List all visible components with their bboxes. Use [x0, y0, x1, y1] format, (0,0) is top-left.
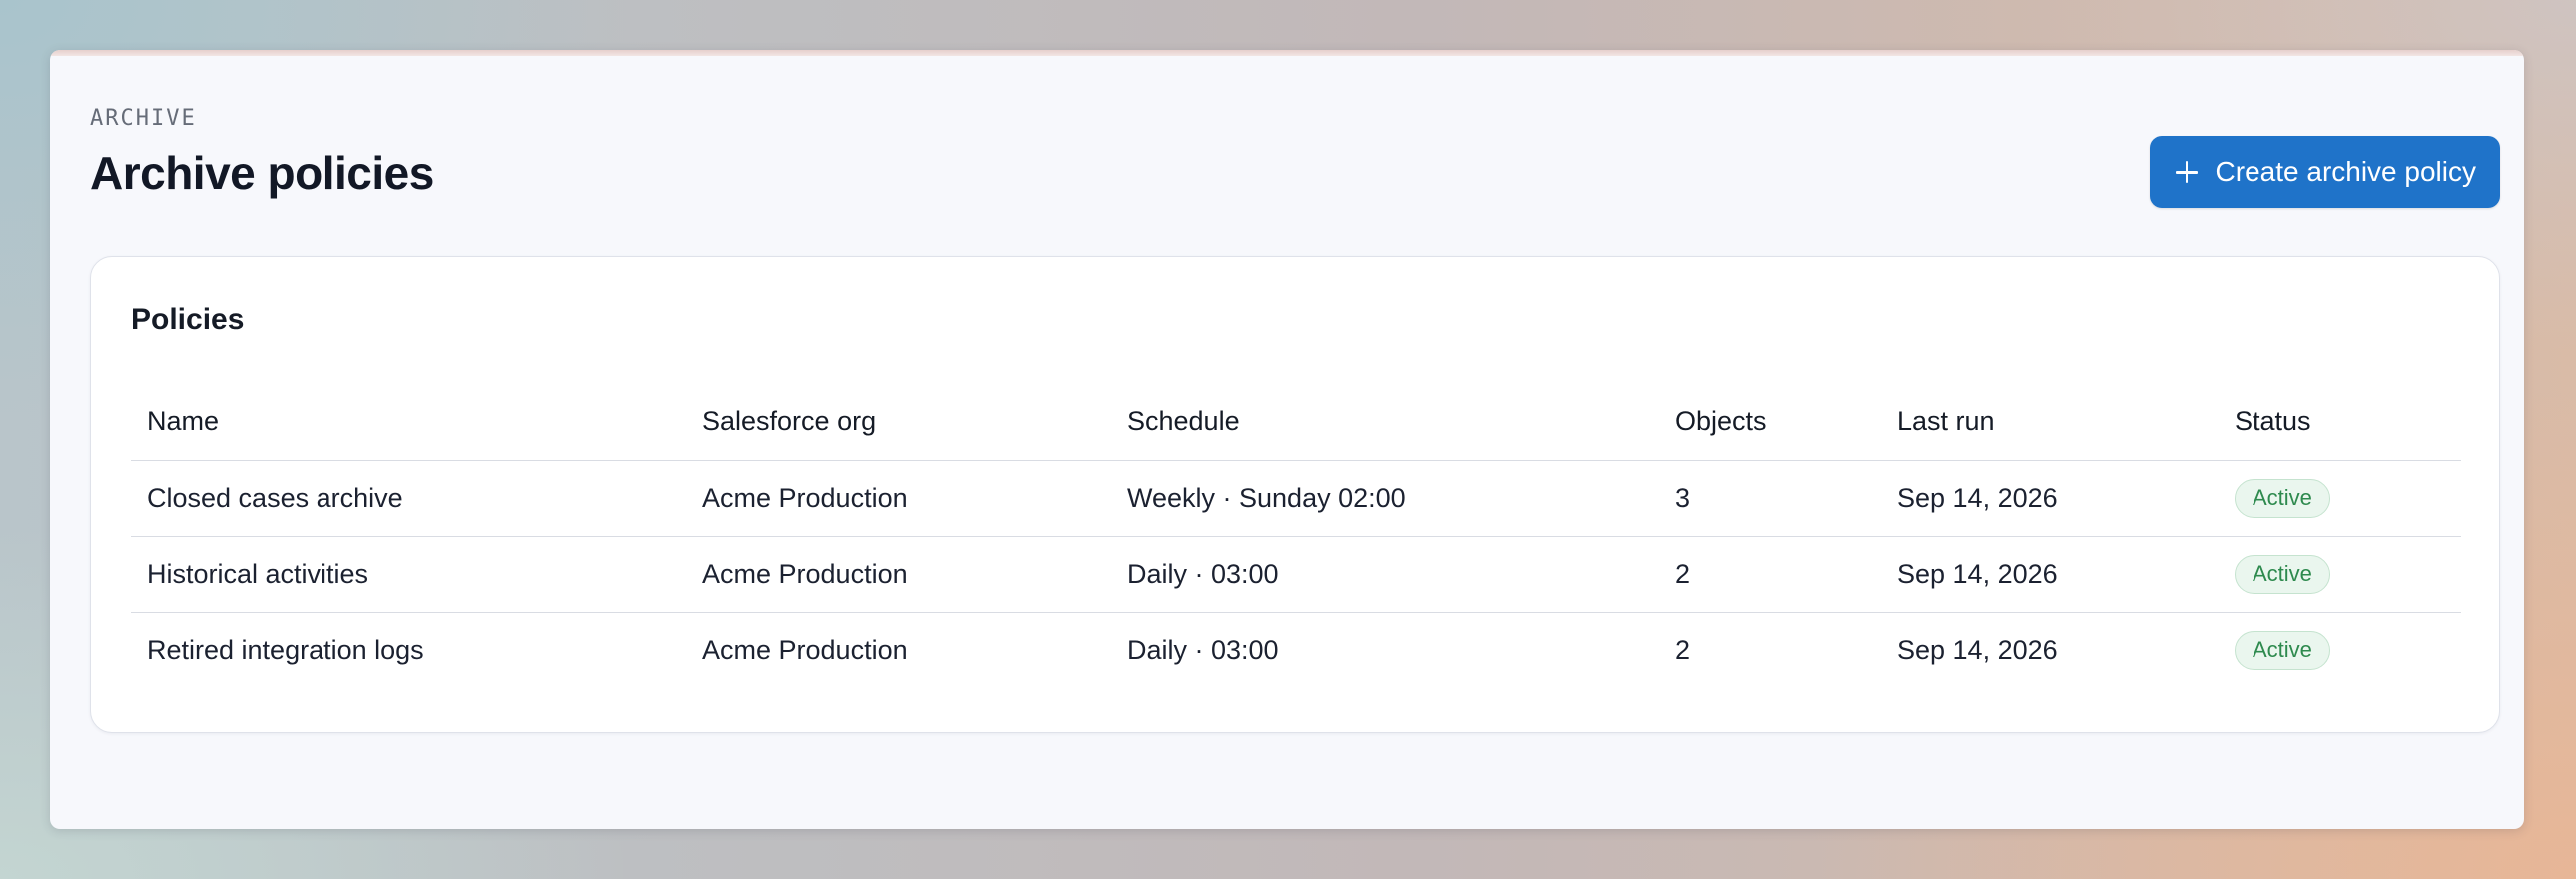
column-header-name[interactable]: Name: [131, 381, 686, 461]
schedule: Daily · 03:00: [1127, 635, 1279, 665]
last-run: Sep 14, 2026: [1897, 635, 2058, 665]
last-run: Sep 14, 2026: [1881, 536, 2219, 613]
policies-table: Name Salesforce org Schedule Objects Las…: [131, 381, 2461, 688]
table-row[interactable]: Closed cases archive Acme Production Wee…: [131, 460, 2461, 537]
last-run: Sep 14, 2026: [1881, 460, 2219, 537]
salesforce-org: Acme Production: [702, 635, 908, 665]
policies-card: Policies Name Salesforce org Schedule Ob…: [90, 256, 2500, 733]
status-cell: Active: [2219, 460, 2461, 537]
table-row[interactable]: Retired integration logs Acme Production…: [131, 613, 2461, 689]
section-eyebrow: ARCHIVE: [90, 106, 197, 131]
salesforce-org: Acme Production: [686, 460, 1111, 537]
table-header-row: Name Salesforce org Schedule Objects Las…: [131, 381, 2461, 461]
table-row[interactable]: Historical activities Acme Production Da…: [131, 536, 2461, 613]
objects-count: 3: [1659, 460, 1881, 537]
policy-name[interactable]: Closed cases archive: [131, 460, 686, 537]
column-header-status[interactable]: Status: [2219, 381, 2461, 461]
status-cell: Active: [2219, 613, 2461, 689]
create-archive-policy-label: Create archive policy: [2215, 156, 2476, 187]
schedule: Daily · 03:00: [1111, 536, 1659, 613]
page-title: Archive policies: [90, 147, 434, 199]
card-title: Policies: [131, 303, 245, 336]
objects-count: 2: [1675, 635, 1691, 665]
schedule: Weekly · Sunday 02:00: [1111, 460, 1659, 537]
create-archive-policy-button[interactable]: Create archive policy: [2149, 136, 2500, 208]
status-badge: Active: [2235, 631, 2330, 670]
column-header-last-run[interactable]: Last run: [1881, 381, 2219, 461]
column-header-objects[interactable]: Objects: [1659, 381, 1881, 461]
policy-name[interactable]: Historical activities: [131, 536, 686, 613]
status-cell: Active: [2219, 536, 2461, 613]
objects-count: 2: [1659, 536, 1881, 613]
salesforce-org: Acme Production: [686, 536, 1111, 613]
column-header-salesforce-org[interactable]: Salesforce org: [686, 381, 1111, 461]
policy-name[interactable]: Retired integration logs: [131, 613, 686, 689]
status-badge: Active: [2235, 479, 2330, 518]
column-header-schedule[interactable]: Schedule: [1111, 381, 1659, 461]
app-window: ARCHIVE Archive policies Create archive …: [50, 50, 2524, 829]
status-badge: Active: [2235, 555, 2330, 594]
plus-icon: [2175, 161, 2198, 183]
